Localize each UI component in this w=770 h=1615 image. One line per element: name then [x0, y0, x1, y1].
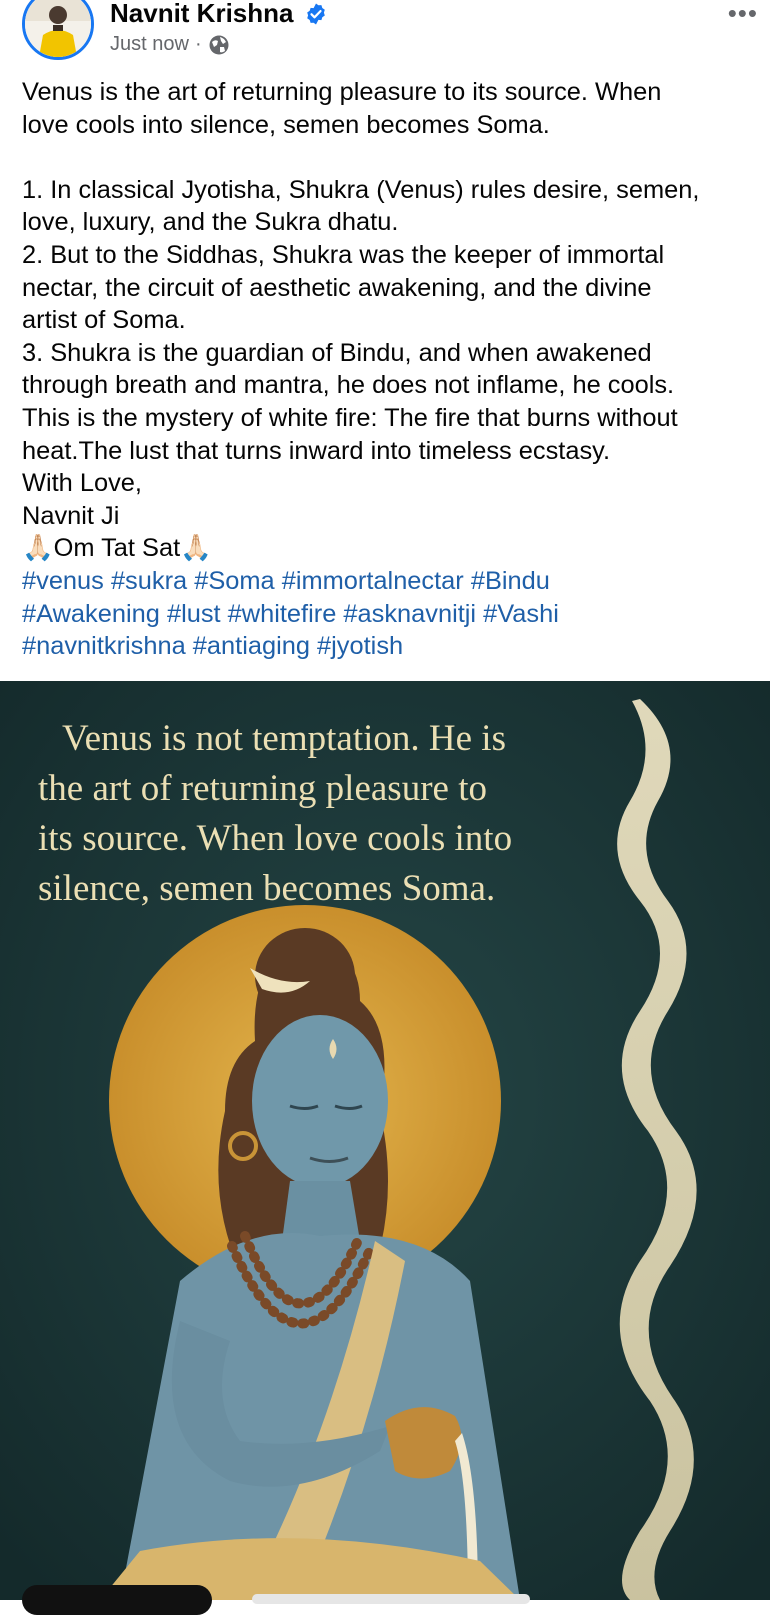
- post-meta: Just now ·: [110, 33, 230, 56]
- quote-line: Venus is not temptation. He is: [62, 718, 506, 759]
- hashtag-link[interactable]: #immortalnectar: [282, 567, 464, 595]
- globe-icon[interactable]: [208, 34, 230, 56]
- hashtag-link[interactable]: #Bindu: [471, 567, 550, 595]
- bottom-pill-overlay[interactable]: [22, 1585, 212, 1615]
- home-indicator: [252, 1594, 530, 1604]
- post-text-line: nectar, the circuit of aesthetic awakeni…: [22, 273, 652, 302]
- post-text-line: This is the mystery of white fire: The f…: [22, 403, 678, 432]
- post-text-line: love cools into silence, semen becomes S…: [22, 110, 550, 139]
- author-name[interactable]: Navnit Krishna: [110, 0, 294, 29]
- hashtag-link[interactable]: #Soma: [194, 567, 274, 595]
- hashtag-link[interactable]: #lust: [167, 600, 221, 628]
- quote-line: silence, semen becomes Soma.: [38, 868, 496, 909]
- meta-separator: ·: [194, 33, 202, 55]
- post-text-line: Venus is the art of returning pleasure t…: [22, 78, 662, 106]
- post-text-line: 1. In classical Jyotisha, Shukra (Venus)…: [22, 175, 700, 204]
- signature-line: Navnit Ji: [22, 501, 120, 530]
- hashtag-row: #Awakening #lust #whitefire #asknavnitji…: [22, 598, 762, 631]
- post-text-line: heat.The lust that turns inward into tim…: [22, 436, 611, 465]
- post-text-line: artist of Soma.: [22, 306, 186, 335]
- post-header: Navnit Krishna Just now · •••: [0, 0, 770, 72]
- hashtag-row: #venus #sukra #Soma #immortalnectar #Bin…: [22, 565, 762, 598]
- post-text-line: love, luxury, and the Sukra dhatu.: [22, 208, 399, 237]
- closing-line: With Love,: [22, 469, 142, 498]
- hashtag-link[interactable]: #Awakening: [22, 600, 160, 628]
- post-text-line: 2. But to the Siddhas, Shukra was the ke…: [22, 240, 665, 269]
- hashtag-link[interactable]: #navnitkrishna: [22, 632, 186, 660]
- avatar-photo: [25, 0, 91, 57]
- post-text-line: through breath and mantra, he does not i…: [22, 371, 675, 400]
- hashtag-link[interactable]: #Vashi: [483, 600, 559, 628]
- post-timestamp[interactable]: Just now: [110, 33, 189, 56]
- quote-line: the art of returning pleasure to: [38, 768, 487, 809]
- hashtag-link[interactable]: #antiaging: [193, 632, 310, 660]
- hashtag-link[interactable]: #venus: [22, 567, 104, 595]
- hashtag-link[interactable]: #asknavnitji: [343, 600, 476, 628]
- hashtag-row: #navnitkrishna #antiaging #jyotish: [22, 630, 762, 663]
- author-avatar[interactable]: [22, 0, 94, 60]
- mantra-line: 🙏🏻Om Tat Sat🙏🏻: [22, 534, 212, 563]
- image-quote: Venus is not temptation. He is the art o…: [38, 714, 618, 914]
- more-options-button[interactable]: •••: [728, 0, 758, 29]
- post-body: Venus is the art of returning pleasure t…: [22, 76, 762, 663]
- hashtag-link[interactable]: #whitefire: [228, 600, 337, 628]
- post-text-line: 3. Shukra is the guardian of Bindu, and …: [22, 338, 652, 367]
- quote-line: its source. When love cools into: [38, 818, 513, 859]
- hashtag-link[interactable]: #jyotish: [317, 632, 403, 660]
- hashtag-link[interactable]: #sukra: [111, 567, 187, 595]
- verified-badge-icon: [307, 3, 325, 25]
